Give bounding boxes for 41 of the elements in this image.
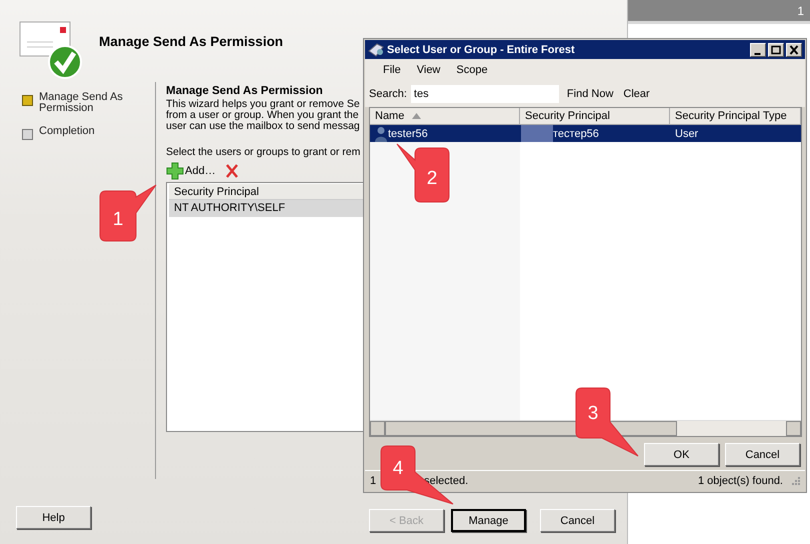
plus-icon — [166, 162, 184, 180]
status-text: 1 object(s) found. — [698, 475, 783, 487]
add-button[interactable]: Add… — [166, 162, 216, 180]
window-number: 1 — [797, 4, 804, 20]
wizard-title: Manage Send As Permission — [99, 34, 284, 49]
search-field[interactable]: tes — [410, 85, 559, 103]
user-icon — [374, 126, 388, 142]
window-title: Select User or Group - Entire Forest — [387, 44, 576, 56]
instruction-text: Select the users or groups to grant or rem — [166, 147, 362, 158]
minimize-button[interactable] — [750, 42, 766, 56]
search-action[interactable]: Find Now — [566, 88, 614, 100]
description-text: from a user or group. When you grant the — [166, 110, 360, 121]
result-row[interactable]: tester56 тестер56 User — [370, 125, 801, 142]
wizard-button[interactable]: Cancel — [540, 509, 615, 532]
redacted-area — [521, 125, 553, 142]
column-header[interactable]: Security Principal — [520, 108, 670, 124]
menu-item[interactable]: View — [408, 64, 448, 76]
status-text: 1 — [370, 475, 376, 487]
search-label: Search: — [369, 88, 407, 100]
resize-grip-icon[interactable] — [791, 476, 801, 486]
dialog-button[interactable]: Cancel — [725, 443, 800, 466]
page-heading: Manage Send As Permission — [166, 85, 324, 97]
close-button[interactable] — [786, 42, 802, 56]
status-text: selected. — [424, 475, 468, 487]
column-header[interactable]: Name — [370, 108, 520, 124]
help-button[interactable]: Help — [16, 506, 91, 529]
column-header[interactable]: Security Principal Type — [670, 108, 801, 124]
dialog-button[interactable]: OK — [644, 443, 719, 466]
description-text: user can use the mailbox to send messag — [166, 121, 361, 132]
search-action[interactable]: Clear — [623, 88, 650, 100]
wizard-button[interactable]: Manage — [451, 509, 526, 532]
menu-item[interactable]: File — [375, 64, 409, 76]
maximize-button[interactable] — [768, 42, 784, 56]
step-label: Completion — [39, 126, 96, 137]
menu-item[interactable]: Scope — [448, 64, 496, 76]
envelope-check-icon — [19, 20, 83, 80]
step-label: Manage Send As Permission — [39, 92, 124, 114]
sort-arrow-icon — [412, 113, 422, 119]
remove-icon[interactable] — [224, 163, 240, 179]
description-text: This wizard helps you grant or remove Se — [166, 99, 361, 110]
horizontal-scrollbar[interactable] — [370, 420, 801, 436]
